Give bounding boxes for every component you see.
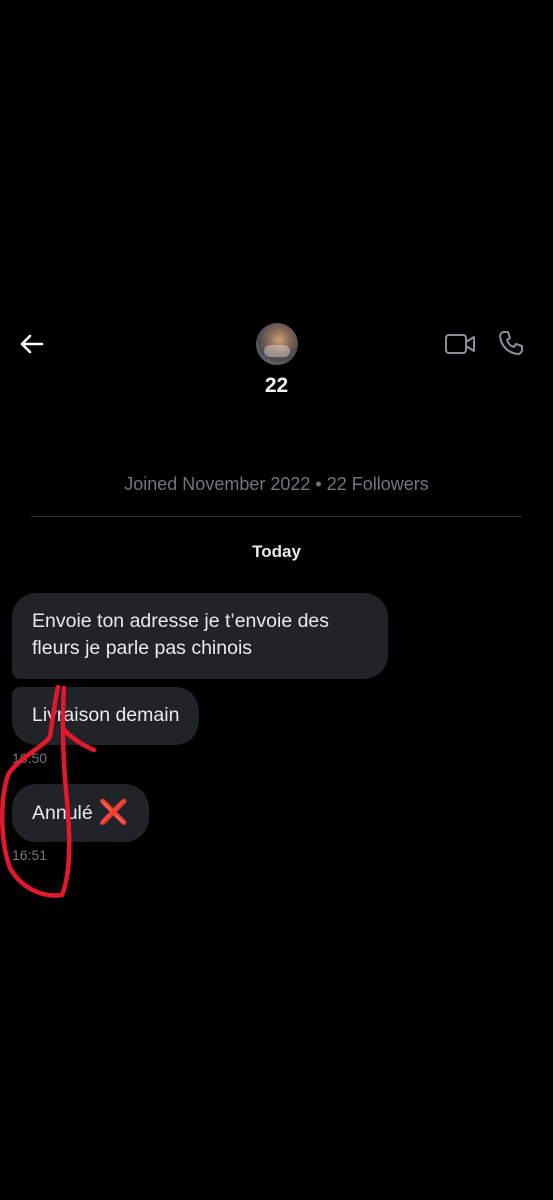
message-timestamp: 16:50 <box>12 750 48 766</box>
date-separator: Today <box>252 542 301 561</box>
message-bubble[interactable]: Livraison demain <box>12 687 200 745</box>
phone-icon <box>499 331 523 355</box>
contact-name[interactable]: 22 <box>0 374 553 398</box>
message-timestamp: 16:51 <box>12 847 48 863</box>
avatar[interactable] <box>256 323 298 365</box>
back-button[interactable] <box>14 330 48 358</box>
message-text: Annulé <box>32 802 93 824</box>
message-text: Livraison demain <box>32 704 180 726</box>
profile-summary: Joined November 2022 • 22 Followers <box>124 474 429 494</box>
arrow-left-icon <box>20 334 44 354</box>
conversation-header: 22 <box>0 318 553 408</box>
message-text: Envoie ton adresse je t’envoie des fleur… <box>32 610 330 659</box>
video-camera-icon <box>445 334 475 354</box>
message-bubble[interactable]: Envoie ton adresse je t’envoie des fleur… <box>12 593 388 679</box>
divider <box>31 516 522 517</box>
message-bubble[interactable]: Annulé ❌ <box>12 784 149 842</box>
video-call-button[interactable] <box>444 332 476 356</box>
voice-call-button[interactable] <box>498 330 524 356</box>
cross-mark-emoji: ❌ <box>98 799 129 826</box>
